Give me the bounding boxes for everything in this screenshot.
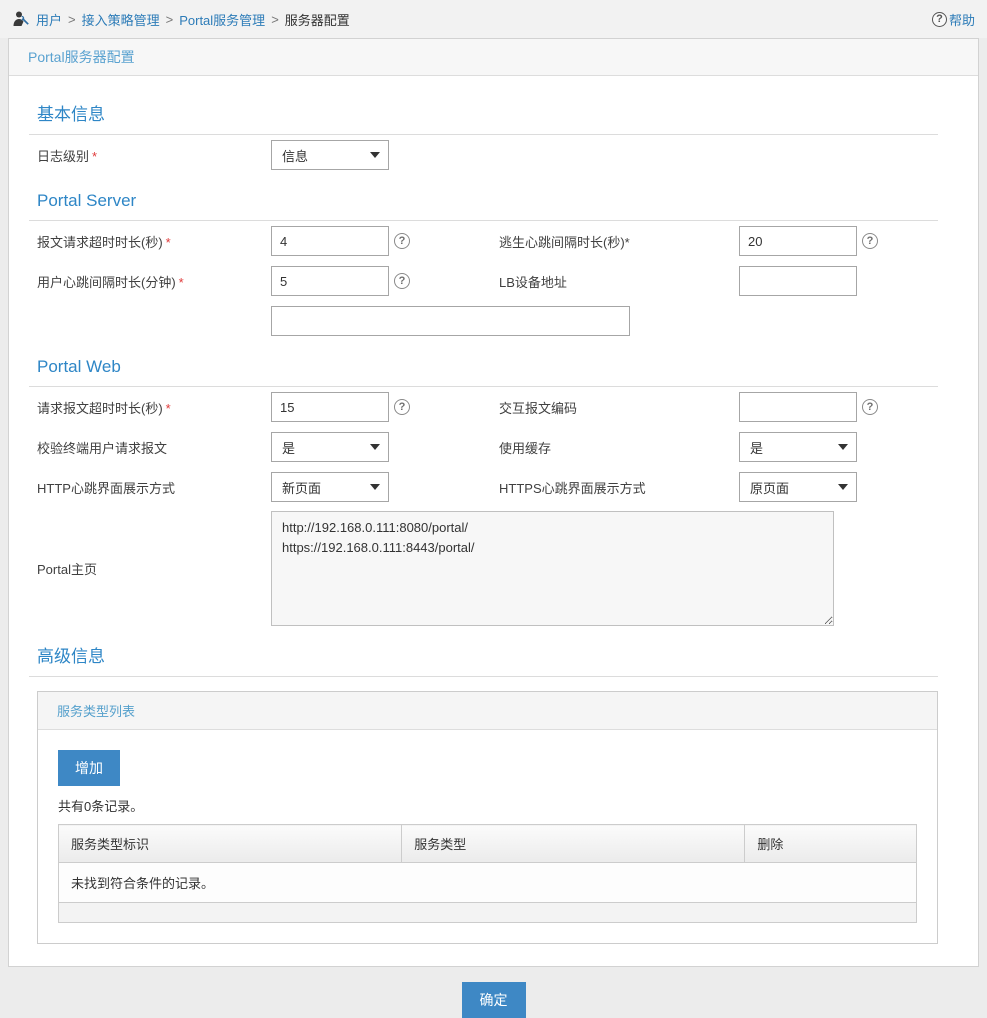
breadcrumb-separator: >: [166, 12, 174, 27]
request-timeout-label: 报文请求超时时长(秒)*: [37, 232, 271, 251]
escape-heartbeat-label: 逃生心跳间隔时长(秒)*: [499, 232, 739, 251]
breadcrumb-item-portal-service[interactable]: Portal服务管理: [179, 10, 265, 29]
service-type-list-panel: 服务类型列表 增加 共有0条记录。 服务类型标识 服务类型 删除 未找到符合条件: [37, 691, 938, 944]
help-label: 帮助: [949, 10, 975, 29]
help-icon[interactable]: ?: [862, 233, 878, 249]
dropdown-arrow-icon: [838, 484, 848, 490]
http-heartbeat-display-select[interactable]: 新页面: [271, 472, 389, 502]
portal-home-label: Portal主页: [37, 559, 271, 578]
ok-button[interactable]: 确定: [462, 982, 526, 1018]
breadcrumb-item-users[interactable]: 用户: [36, 10, 62, 29]
record-count-text: 共有0条记录。: [58, 796, 917, 815]
http-heartbeat-display-label: HTTP心跳界面展示方式: [37, 478, 271, 497]
packet-encoding-label: 交互报文编码: [499, 398, 739, 417]
form-row-heartbeat-lb: 用户心跳间隔时长(分钟)* ? LB设备地址: [29, 261, 938, 301]
table-empty-row: 未找到符合条件的记录。: [59, 863, 917, 903]
log-level-label: 日志级别*: [37, 146, 271, 165]
help-link[interactable]: ? 帮助: [932, 10, 975, 29]
form-row-log-level: 日志级别* 信息: [29, 135, 938, 175]
help-icon[interactable]: ?: [862, 399, 878, 415]
service-type-list-title: 服务类型列表: [38, 692, 937, 730]
web-request-timeout-label: 请求报文超时时长(秒)*: [37, 398, 271, 417]
column-header-delete: 删除: [745, 825, 917, 863]
https-heartbeat-display-selected-value: 原页面: [750, 478, 838, 497]
use-cache-selected-value: 是: [750, 438, 838, 457]
section-title-portal-server: Portal Server: [29, 191, 938, 221]
https-heartbeat-display-label: HTTPS心跳界面展示方式: [499, 478, 739, 497]
form-row-portal-home: Portal主页 http://192.168.0.111:8080/porta…: [29, 511, 938, 626]
validate-request-selected-value: 是: [282, 438, 370, 457]
use-cache-label: 使用缓存: [499, 438, 739, 457]
validate-request-label: 校验终端用户请求报文: [37, 438, 271, 457]
section-title-basic-info: 基本信息: [29, 100, 938, 135]
http-heartbeat-display-selected-value: 新页面: [282, 478, 370, 497]
panel-title: Portal服务器配置: [9, 39, 978, 76]
breadcrumb-item-access-policy[interactable]: 接入策略管理: [82, 10, 160, 29]
validate-request-select[interactable]: 是: [271, 432, 389, 462]
column-header-service-type: 服务类型: [402, 825, 745, 863]
required-asterisk: *: [625, 235, 630, 250]
breadcrumb-item-server-config: 服务器配置: [285, 10, 350, 29]
service-type-table: 服务类型标识 服务类型 删除 未找到符合条件的记录。: [58, 824, 917, 903]
form-row-validate-cache: 校验终端用户请求报文 是 使用缓存 是: [29, 427, 938, 467]
web-request-timeout-input[interactable]: [271, 392, 389, 422]
lb-address-label: LB设备地址: [499, 272, 739, 291]
form-row-lb-address-list: [29, 301, 938, 341]
log-level-select[interactable]: 信息: [271, 140, 389, 170]
help-icon[interactable]: ?: [394, 233, 410, 249]
breadcrumb: 用户 > 接入策略管理 > Portal服务管理 > 服务器配置 ? 帮助: [0, 0, 987, 38]
https-heartbeat-display-select[interactable]: 原页面: [739, 472, 857, 502]
breadcrumb-separator: >: [271, 12, 279, 27]
required-asterisk: *: [166, 235, 171, 250]
form-row-timeouts: 报文请求超时时长(秒)* ? 逃生心跳间隔时长(秒)* ?: [29, 221, 938, 261]
portal-server-config-panel: Portal服务器配置 基本信息 日志级别* 信息 Portal Server …: [8, 38, 979, 967]
dropdown-arrow-icon: [838, 444, 848, 450]
portal-home-textarea[interactable]: http://192.168.0.111:8080/portal/ https:…: [271, 511, 834, 626]
dropdown-arrow-icon: [370, 152, 380, 158]
column-header-service-type-id: 服务类型标识: [59, 825, 402, 863]
help-icon[interactable]: ?: [394, 273, 410, 289]
section-title-advanced-info: 高级信息: [29, 642, 938, 677]
required-asterisk: *: [166, 401, 171, 416]
packet-encoding-input[interactable]: [739, 392, 857, 422]
footer-action-bar: 确定: [0, 967, 987, 1018]
use-cache-select[interactable]: 是: [739, 432, 857, 462]
form-row-web-timeout-encoding: 请求报文超时时长(秒)* ? 交互报文编码 ?: [29, 387, 938, 427]
dropdown-arrow-icon: [370, 484, 380, 490]
table-header-row: 服务类型标识 服务类型 删除: [59, 825, 917, 863]
lb-address-list-input[interactable]: [271, 306, 630, 336]
user-heartbeat-input[interactable]: [271, 266, 389, 296]
help-icon[interactable]: ?: [394, 399, 410, 415]
lb-address-input[interactable]: [739, 266, 857, 296]
add-button[interactable]: 增加: [58, 750, 120, 786]
required-asterisk: *: [179, 275, 184, 290]
table-footer-bar: [58, 903, 917, 923]
escape-heartbeat-input[interactable]: [739, 226, 857, 256]
dropdown-arrow-icon: [370, 444, 380, 450]
breadcrumb-separator: >: [68, 12, 76, 27]
table-empty-message: 未找到符合条件的记录。: [59, 863, 917, 903]
user-settings-icon: [12, 10, 30, 28]
log-level-selected-value: 信息: [282, 146, 370, 165]
user-heartbeat-label: 用户心跳间隔时长(分钟)*: [37, 272, 271, 291]
help-icon: ?: [932, 12, 947, 27]
required-asterisk: *: [92, 149, 97, 164]
form-row-heartbeat-display: HTTP心跳界面展示方式 新页面 HTTPS心跳界面展示方式 原页面: [29, 467, 938, 507]
request-timeout-input[interactable]: [271, 226, 389, 256]
section-title-portal-web: Portal Web: [29, 357, 938, 387]
